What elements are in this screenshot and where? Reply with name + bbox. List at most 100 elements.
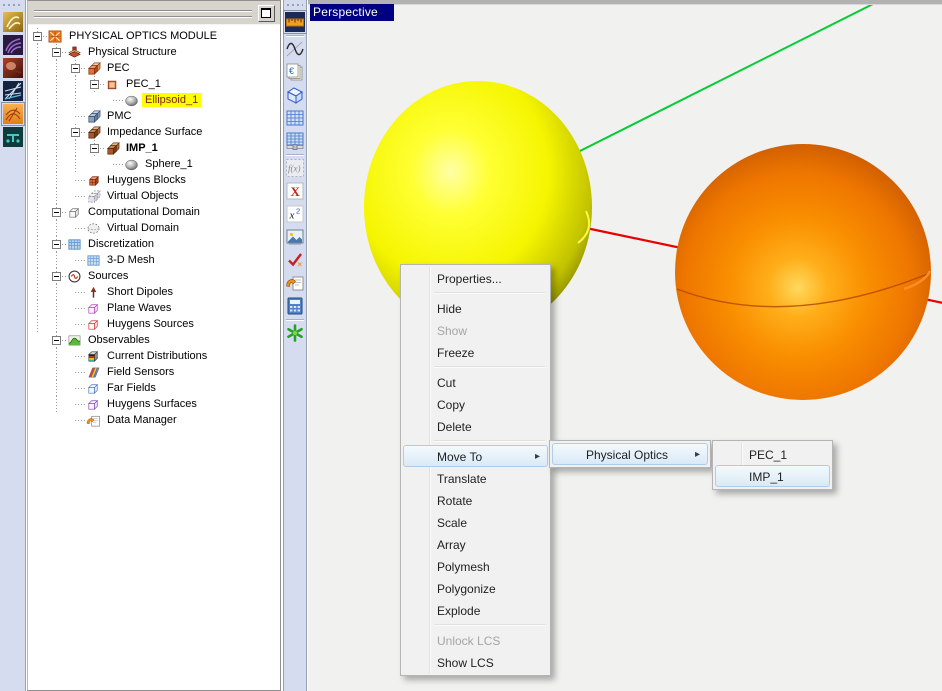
check-icon[interactable] [285, 250, 305, 270]
menu-item-scale[interactable]: Scale [403, 511, 548, 533]
restore-pane-button[interactable] [258, 5, 275, 22]
menu-item-cut[interactable]: Cut [403, 371, 548, 393]
tree-expander-minus[interactable] [33, 32, 42, 41]
purple-swirl-icon[interactable] [3, 35, 23, 55]
menu-item-hide[interactable]: Hide [403, 297, 548, 319]
menu-item-polygonize[interactable]: Polygonize [403, 577, 548, 599]
tree-expander-minus[interactable] [52, 272, 61, 281]
huygens-blocks-icon [85, 172, 101, 188]
gold-logo-icon[interactable] [3, 12, 23, 32]
toolbar-grip[interactable] [287, 2, 303, 8]
tree-expander-minus[interactable] [71, 128, 80, 137]
sphere-object[interactable] [675, 144, 931, 400]
tree-item-current-distributions[interactable]: Current Distributions [28, 348, 280, 364]
menu-item-unlock-lcs[interactable]: Unlock LCS [403, 629, 548, 651]
tree-item-impedance-surface[interactable]: Impedance Surface [28, 124, 280, 140]
tree-item-pmc[interactable]: PMC [28, 108, 280, 124]
blue-rays-icon[interactable] [3, 81, 23, 101]
tree-expander-minus[interactable] [71, 64, 80, 73]
menu-item-delete[interactable]: Delete [403, 415, 548, 437]
menu-item-imp-1[interactable]: IMP_1 [715, 465, 830, 487]
tree-item-virtual-domain[interactable]: Virtual Domain [28, 220, 280, 236]
menu-item-label: Show LCS [437, 656, 494, 670]
tree-guide [28, 268, 47, 284]
tree-item-label: Observables [85, 333, 153, 347]
domain-cube-icon[interactable] [285, 85, 305, 105]
green-star-icon[interactable] [285, 323, 305, 343]
tree-expander-minus[interactable] [52, 240, 61, 249]
tree-item-ellipsoid-1[interactable]: Ellipsoid_1 [28, 92, 280, 108]
x-red-icon[interactable]: X [285, 181, 305, 201]
tree-expander-minus[interactable] [90, 80, 99, 89]
menu-item-freeze[interactable]: Freeze [403, 341, 548, 363]
calculator-icon[interactable] [285, 296, 305, 316]
tree-item-field-sensors[interactable]: Field Sensors [28, 364, 280, 380]
x-squared-icon[interactable]: x2 [285, 204, 305, 224]
red-terrain-icon[interactable] [3, 58, 23, 78]
menu-item-label: PEC_1 [749, 448, 787, 462]
menu-item-physical-optics[interactable]: Physical Optics▸ [552, 443, 708, 465]
tree-connector [47, 268, 66, 284]
axis-green [576, 1, 879, 153]
menu-item-copy[interactable]: Copy [403, 393, 548, 415]
tree-item-computational-domain[interactable]: Computational Domain [28, 204, 280, 220]
menu-item-show[interactable]: Show [403, 319, 548, 341]
image-icon[interactable] [285, 227, 305, 247]
mesh-grid-icon[interactable] [285, 108, 305, 128]
tree-item-huygens-blocks[interactable]: Huygens Blocks [28, 172, 280, 188]
tree-item-discretization[interactable]: Discretization [28, 236, 280, 252]
tree-connector [66, 284, 85, 300]
orange-doc-icon[interactable] [285, 273, 305, 293]
menu-item-properties-[interactable]: Properties... [403, 267, 548, 289]
tree-expander-minus[interactable] [52, 336, 61, 345]
tree-item-label: Computational Domain [85, 205, 203, 219]
pane-splitter[interactable] [34, 10, 252, 17]
tree-guide [28, 252, 47, 268]
tree-expander-minus[interactable] [52, 208, 61, 217]
toolbar-grip[interactable] [3, 2, 22, 8]
tree-connector [104, 92, 123, 108]
sine-curve-icon[interactable] [285, 39, 305, 59]
tree-item-physical-optics-module[interactable]: PHYSICAL OPTICS MODULE [28, 28, 280, 44]
tree-item-physical-structure[interactable]: Physical Structure [28, 44, 280, 60]
mesh-slider-icon[interactable] [285, 131, 305, 151]
tree-expander-minus[interactable] [52, 48, 61, 57]
menu-item-show-lcs[interactable]: Show LCS [403, 651, 548, 673]
tree-item-label: Data Manager [104, 413, 180, 427]
menu-item-array[interactable]: Array [403, 533, 548, 555]
tree-connector [47, 204, 66, 220]
tree-item-huygens-surfaces[interactable]: Huygens Surfaces [28, 396, 280, 412]
tree-item-sphere-1[interactable]: Sphere_1 [28, 156, 280, 172]
menu-item-rotate[interactable]: Rotate [403, 489, 548, 511]
tree-item-far-fields[interactable]: Far Fields [28, 380, 280, 396]
menu-item-move-to[interactable]: Move To▸ [403, 445, 548, 467]
tree-item-short-dipoles[interactable]: Short Dipoles [28, 284, 280, 300]
orange-po-module-icon[interactable] [3, 104, 23, 124]
tree-item-pec[interactable]: PEC [28, 60, 280, 76]
ruler-icon[interactable] [285, 12, 305, 32]
tree-item-3-d-mesh[interactable]: 3-D Mesh [28, 252, 280, 268]
tree-item-pec-1[interactable]: PEC_1 [28, 76, 280, 92]
tree-item-imp-1[interactable]: IMP_1 [28, 140, 280, 156]
sheets-icon[interactable]: € [285, 62, 305, 82]
imp-item-icon [104, 140, 120, 156]
tree-item-huygens-sources[interactable]: Huygens Sources [28, 316, 280, 332]
tree-topbar [28, 1, 280, 25]
tree-expander-minus[interactable] [90, 144, 99, 153]
toolbar-separator [286, 319, 304, 321]
tree-guide [47, 364, 66, 380]
tree-item-virtual-objects[interactable]: Virtual Objects [28, 188, 280, 204]
teal-array-icon[interactable] [3, 127, 23, 147]
tree-item-sources[interactable]: Sources [28, 268, 280, 284]
huygens-sources-icon [85, 316, 101, 332]
tree-item-plane-waves[interactable]: Plane Waves [28, 300, 280, 316]
menu-item-translate[interactable]: Translate [403, 467, 548, 489]
tree-guide [28, 220, 47, 236]
tree-item-data-manager[interactable]: Data Manager [28, 412, 280, 428]
menu-item-pec-1[interactable]: PEC_1 [715, 443, 830, 465]
tree-item-observables[interactable]: Observables [28, 332, 280, 348]
menu-item-polymesh[interactable]: Polymesh [403, 555, 548, 577]
menu-item-explode[interactable]: Explode [403, 599, 548, 621]
fx-icon[interactable]: f(x) [285, 158, 305, 178]
tree-connector [28, 28, 47, 44]
